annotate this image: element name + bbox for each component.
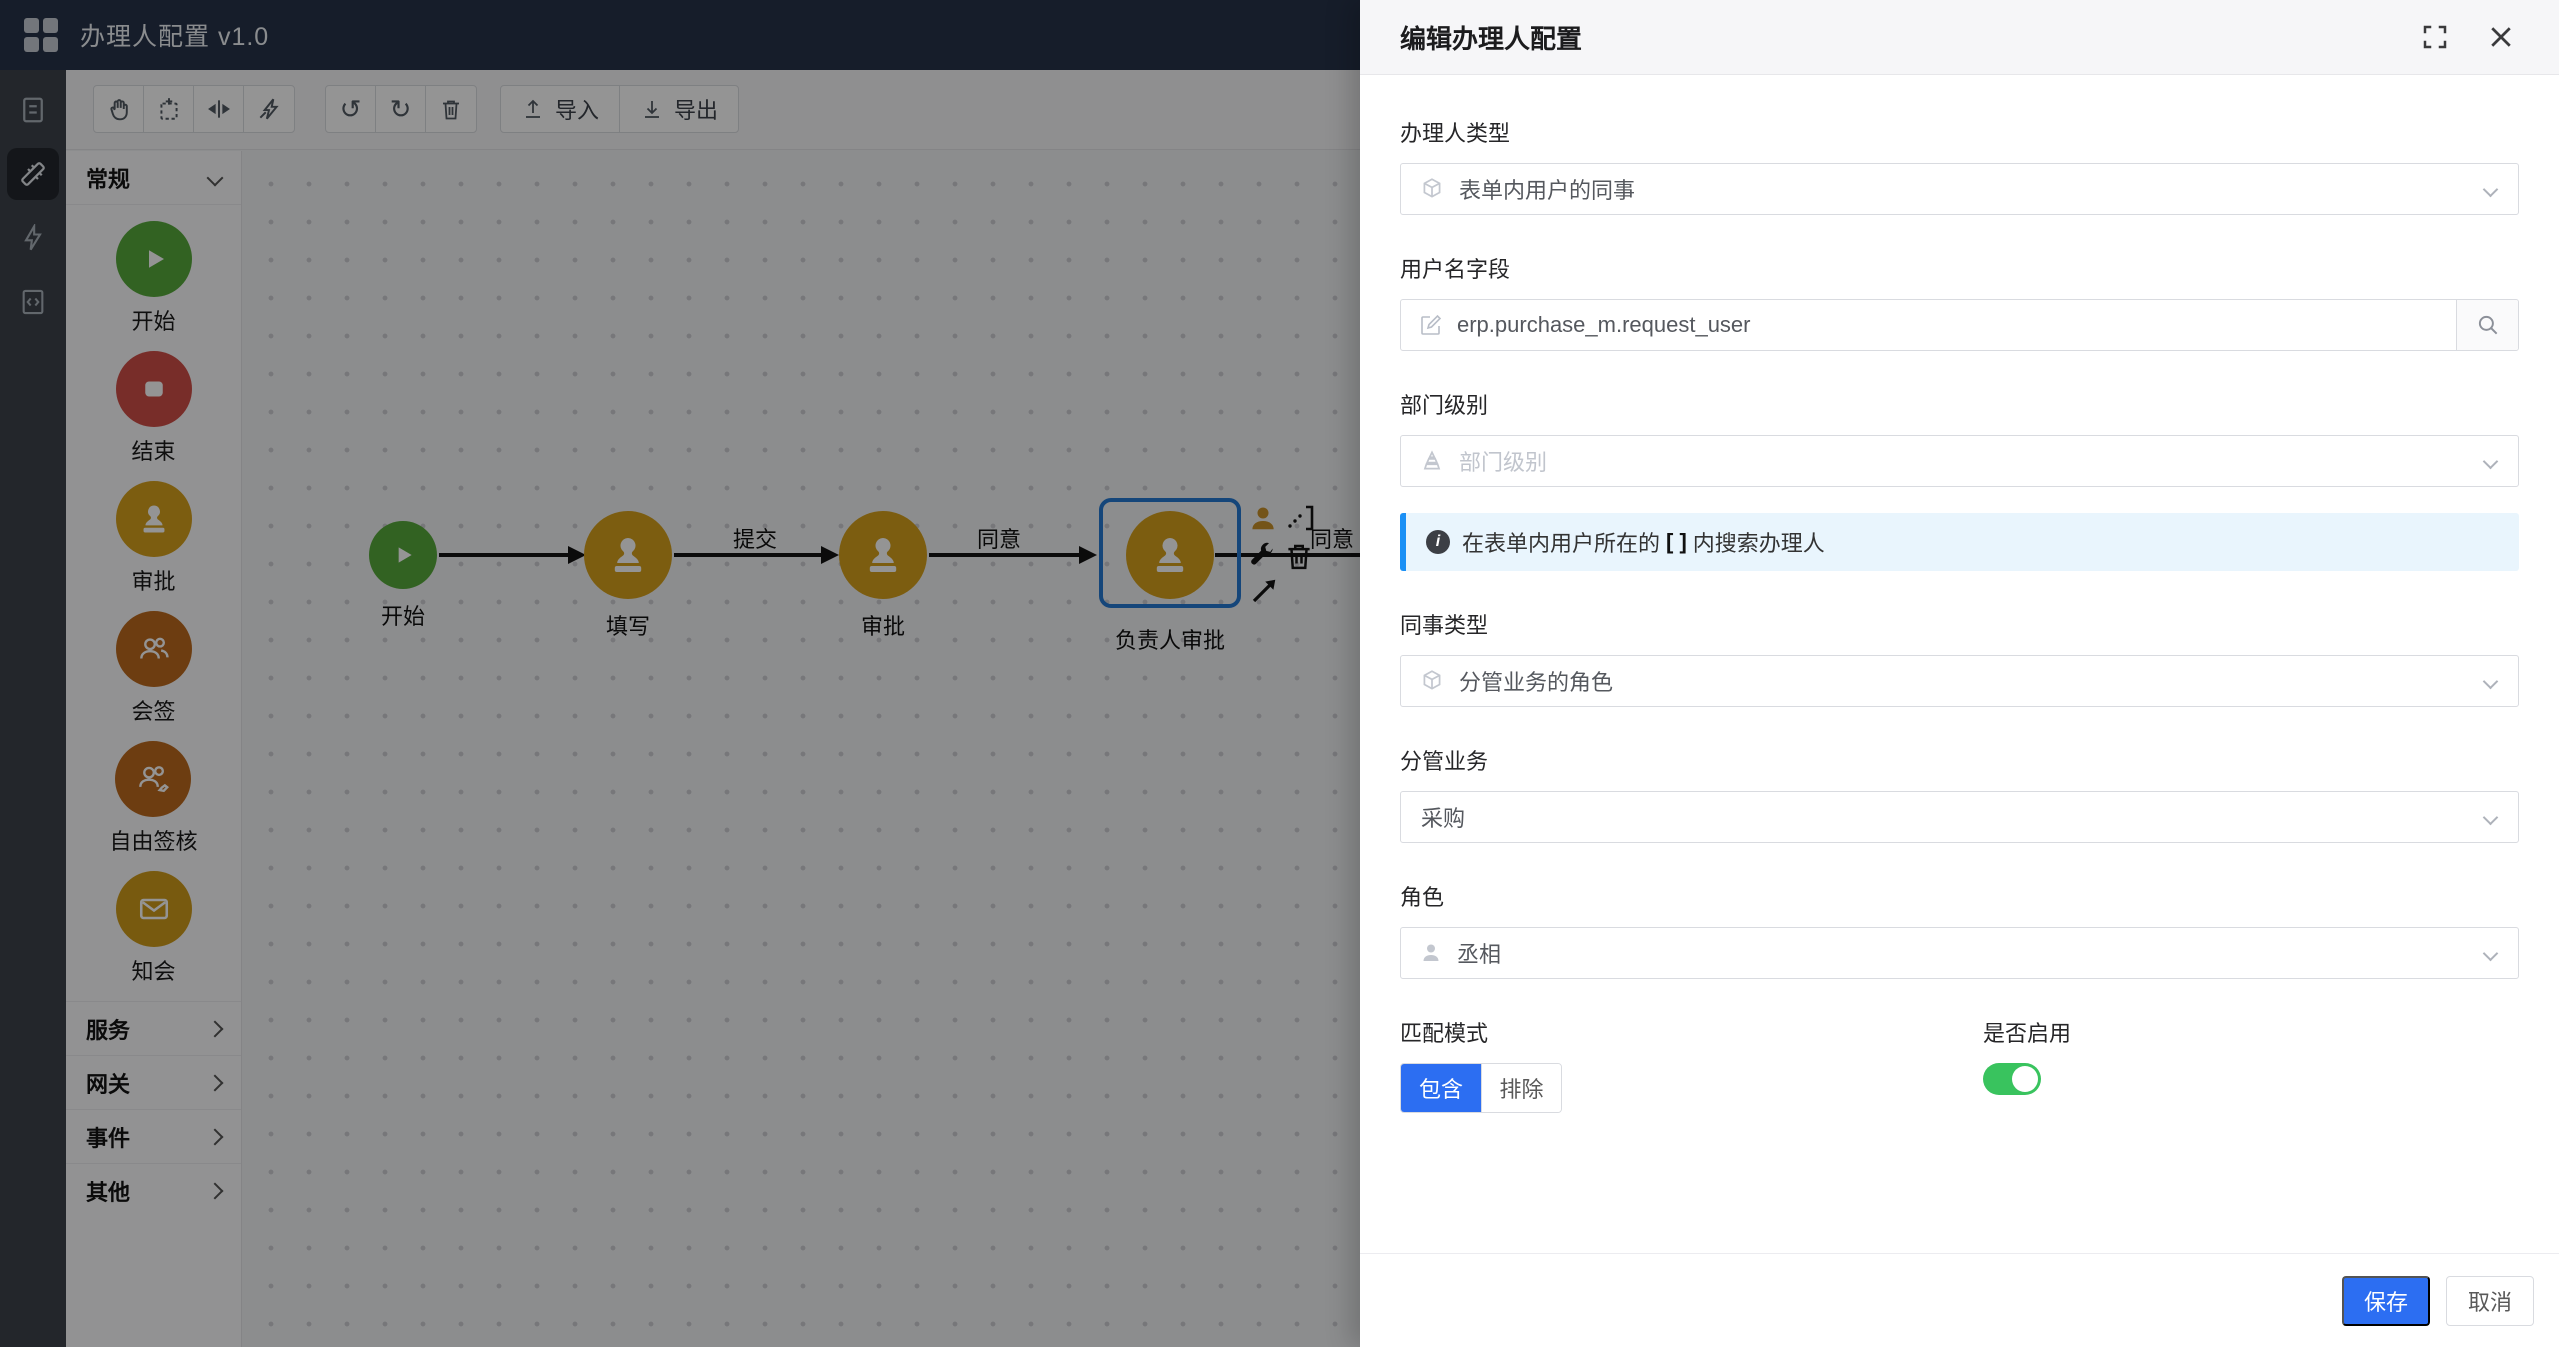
edit-icon xyxy=(1419,313,1443,337)
colleague-type-select[interactable]: 分管业务的角色 xyxy=(1400,655,2519,707)
banner-prefix: 在表单内用户所在的 xyxy=(1462,531,1661,556)
fullscreen-icon xyxy=(2423,25,2447,49)
dept-level-select[interactable]: 部门级别 xyxy=(1400,435,2519,487)
cube-icon xyxy=(1419,668,1445,694)
close-icon xyxy=(2491,27,2511,47)
cancel-button[interactable]: 取消 xyxy=(2446,1275,2534,1326)
workflow-designer-screen: 办理人配置 v1.0 ↺ ↻ 导入 导出 常规 开始 结束 审批 会签 自由签核… xyxy=(0,0,2559,1347)
match-mode-exclude[interactable]: 排除 xyxy=(1481,1064,1561,1112)
enabled-toggle[interactable] xyxy=(1983,1063,2041,1095)
drawer-body: 办理人类型 表单内用户的同事 用户名字段 erp.purchase_m.requ… xyxy=(1360,75,2559,1253)
field-search-button[interactable] xyxy=(2456,300,2518,350)
close-button[interactable] xyxy=(2483,19,2519,55)
match-mode-group: 包含 排除 xyxy=(1400,1063,1562,1113)
person-icon xyxy=(1419,941,1443,965)
info-banner: i 在表单内用户所在的 [ ] 内搜索办理人 xyxy=(1400,513,2519,571)
handler-type-label: 办理人类型 xyxy=(1400,121,1511,146)
chevron-down-icon xyxy=(2482,673,2499,689)
search-icon xyxy=(2478,315,2497,335)
chevron-down-icon xyxy=(2482,181,2499,197)
drawer-footer: 保存 取消 xyxy=(1360,1253,2559,1347)
colleague-type-value: 分管业务的角色 xyxy=(1459,670,1614,695)
match-mode-include[interactable]: 包含 xyxy=(1401,1064,1481,1112)
drawer-title: 编辑办理人配置 xyxy=(1400,23,1583,54)
chevron-down-icon xyxy=(2482,809,2499,825)
username-field-value: erp.purchase_m.request_user xyxy=(1457,312,1751,337)
save-button[interactable]: 保存 xyxy=(2341,1275,2430,1326)
dept-level-label: 部门级别 xyxy=(1400,393,1489,418)
cube-icon xyxy=(1419,176,1445,202)
match-enable-row: 匹配模式 包含 排除 是否启用 xyxy=(1400,979,2519,1113)
colleague-type-label: 同事类型 xyxy=(1400,613,1489,638)
fullscreen-button[interactable] xyxy=(2417,19,2453,55)
level-pyramid-icon xyxy=(1419,448,1445,474)
chevron-down-icon xyxy=(2482,945,2499,961)
handler-type-select[interactable]: 表单内用户的同事 xyxy=(1400,163,2519,215)
business-value: 采购 xyxy=(1421,806,1466,831)
role-select[interactable]: 丞相 xyxy=(1400,927,2519,979)
banner-suffix: 内搜索办理人 xyxy=(1692,531,1825,556)
username-field-label: 用户名字段 xyxy=(1400,257,1511,282)
drawer-header: 编辑办理人配置 xyxy=(1360,0,2559,75)
drawer-mask[interactable] xyxy=(0,0,1360,1347)
dept-level-placeholder: 部门级别 xyxy=(1459,450,1548,475)
username-field-input[interactable]: erp.purchase_m.request_user xyxy=(1400,299,2519,351)
info-icon: i xyxy=(1426,530,1450,554)
edit-handler-drawer: 编辑办理人配置 办理人类型 表单内用户的同事 用户名字段 erp.purchas… xyxy=(1360,0,2559,1347)
toggle-knob xyxy=(2012,1066,2038,1092)
handler-type-value: 表单内用户的同事 xyxy=(1459,178,1636,203)
business-select[interactable]: 采购 xyxy=(1400,791,2519,843)
banner-highlight: [ ] xyxy=(1666,529,1687,554)
business-label: 分管业务 xyxy=(1400,749,1489,774)
match-mode-label: 匹配模式 xyxy=(1400,1021,1489,1046)
chevron-down-icon xyxy=(2482,453,2499,469)
enabled-label: 是否启用 xyxy=(1983,1021,2072,1046)
role-label: 角色 xyxy=(1400,885,1445,910)
role-value: 丞相 xyxy=(1457,942,1502,967)
